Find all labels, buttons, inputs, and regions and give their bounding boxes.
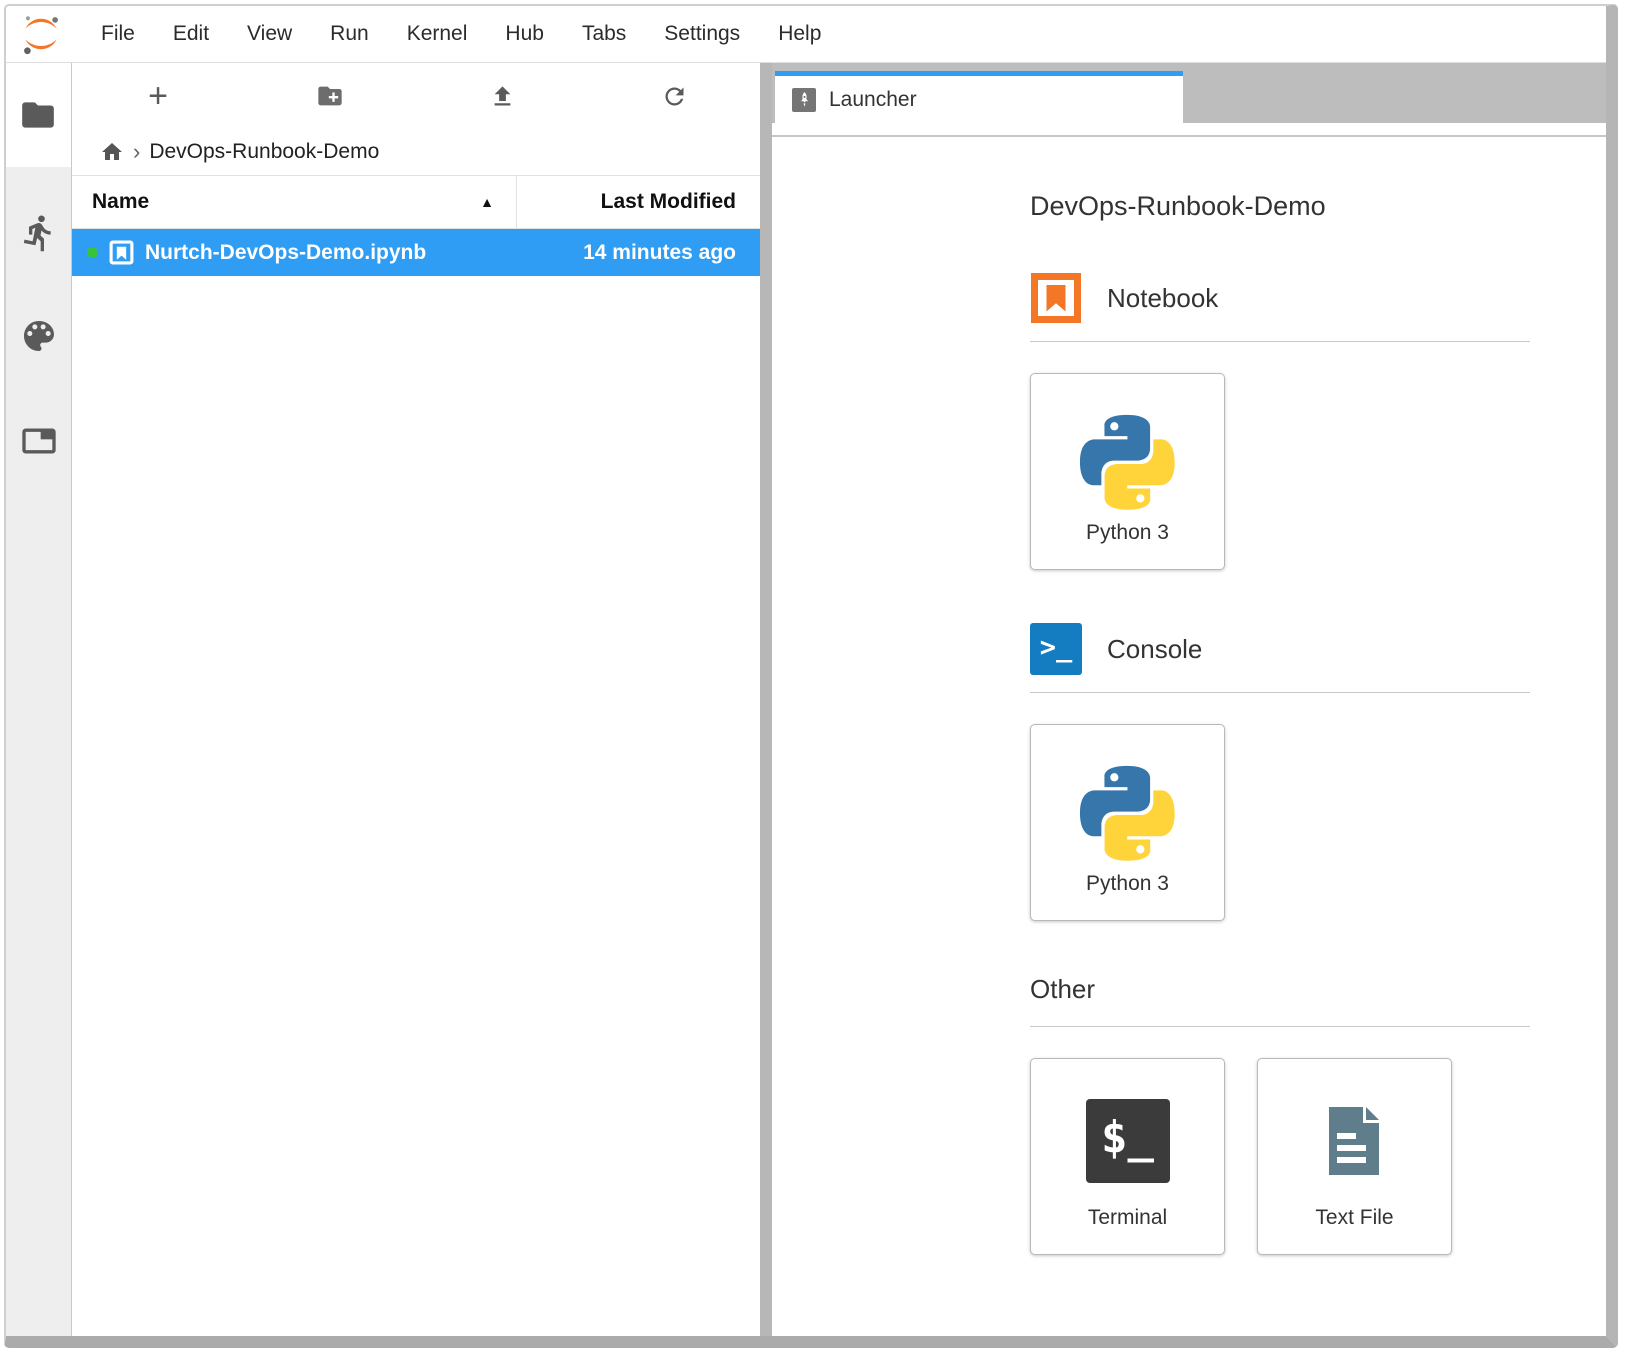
menu-bar: File Edit View Run Kernel Hub Tabs Setti… [6, 6, 1606, 63]
panel-splitter-handle[interactable] [760, 63, 772, 1337]
tab-bar: Launcher [772, 63, 1606, 123]
launcher-card-terminal[interactable]: $_ Terminal [1030, 1058, 1225, 1255]
menu-tabs[interactable]: Tabs [563, 22, 645, 46]
file-list-header: Name ▲ Last Modified [72, 175, 760, 229]
launcher-card-text-file[interactable]: Text File [1257, 1058, 1452, 1255]
menu-settings[interactable]: Settings [645, 22, 759, 46]
python-icon [1079, 765, 1176, 862]
refresh-icon [661, 83, 688, 110]
launcher-section-console: >_ Console Python 3 [1030, 623, 1606, 921]
menu-hub[interactable]: Hub [486, 22, 563, 46]
sidebar-tab-running[interactable] [6, 203, 71, 263]
sort-ascending-icon: ▲ [480, 194, 494, 210]
upload-icon [489, 83, 516, 110]
text-file-icon [1313, 1099, 1397, 1183]
card-label: Python 3 [1086, 872, 1169, 896]
file-last-modified: 14 minutes ago [583, 241, 760, 265]
column-header-name[interactable]: Name ▲ [72, 176, 517, 228]
menu-help[interactable]: Help [759, 22, 840, 46]
file-name: Nurtch-DevOps-Demo.ipynb [145, 241, 583, 265]
section-label-notebook: Notebook [1107, 283, 1218, 314]
section-divider [1030, 341, 1530, 342]
menu-kernel[interactable]: Kernel [388, 22, 487, 46]
main-work-area: Launcher DevOps-Runbook-Demo Notebook [772, 63, 1606, 1337]
launcher-section-other: Other $_ Terminal [1030, 974, 1606, 1255]
python-icon [1079, 414, 1176, 511]
launcher-card-console-python3[interactable]: Python 3 [1030, 724, 1225, 921]
file-browser-panel: + [72, 63, 760, 1337]
menu-file[interactable]: File [82, 22, 154, 46]
tab-bar-gap [772, 123, 1606, 135]
sidebar-tab-open-tabs[interactable] [6, 411, 71, 471]
left-sidebar [6, 63, 72, 1337]
home-icon[interactable] [100, 140, 124, 164]
jupyterlab-window: File Edit View Run Kernel Hub Tabs Setti… [4, 4, 1618, 1348]
breadcrumb-current-folder[interactable]: DevOps-Runbook-Demo [149, 140, 379, 164]
breadcrumb-separator: › [133, 139, 140, 165]
column-header-last-modified[interactable]: Last Modified [517, 190, 760, 214]
running-man-icon [19, 213, 59, 253]
refresh-button[interactable] [588, 63, 760, 129]
upload-button[interactable] [416, 63, 588, 129]
sidebar-tab-commands[interactable] [6, 306, 71, 366]
breadcrumb: › DevOps-Runbook-Demo [72, 129, 760, 175]
launcher-title: DevOps-Runbook-Demo [1030, 191, 1606, 222]
sidebar-tab-file-browser[interactable] [6, 63, 71, 167]
new-folder-button[interactable] [244, 63, 416, 129]
menu-run[interactable]: Run [311, 22, 388, 46]
section-label-console: Console [1107, 634, 1202, 665]
section-divider [1030, 1026, 1530, 1027]
file-browser-toolbar: + [72, 63, 760, 129]
terminal-icon: $_ [1086, 1099, 1170, 1183]
notebook-icon [1030, 272, 1082, 324]
kernel-running-dot [87, 247, 98, 258]
palette-icon [19, 316, 59, 356]
launcher-rocket-icon [792, 88, 816, 112]
new-launcher-button[interactable]: + [72, 63, 244, 129]
new-folder-icon [316, 82, 344, 110]
card-label: Text File [1315, 1206, 1393, 1230]
menu-view[interactable]: View [228, 22, 311, 46]
console-icon: >_ [1030, 623, 1082, 675]
section-label-other: Other [1030, 974, 1095, 1005]
jupyter-logo-icon [18, 11, 64, 57]
plus-icon: + [148, 79, 168, 113]
card-label: Terminal [1088, 1206, 1167, 1230]
section-divider [1030, 692, 1530, 693]
notebook-file-icon [108, 239, 135, 266]
tab-launcher[interactable]: Launcher [775, 71, 1183, 123]
tab-launcher-label: Launcher [829, 88, 917, 112]
tabs-icon [19, 421, 59, 461]
launcher-section-notebook: Notebook Python 3 [1030, 272, 1606, 570]
card-label: Python 3 [1086, 521, 1169, 545]
file-row-selected[interactable]: Nurtch-DevOps-Demo.ipynb 14 minutes ago [72, 229, 760, 276]
menu-edit[interactable]: Edit [154, 22, 228, 46]
folder-icon [19, 96, 57, 134]
launcher-card-notebook-python3[interactable]: Python 3 [1030, 373, 1225, 570]
launcher-panel: DevOps-Runbook-Demo Notebook [772, 137, 1606, 1337]
name-header-label: Name [92, 190, 149, 214]
